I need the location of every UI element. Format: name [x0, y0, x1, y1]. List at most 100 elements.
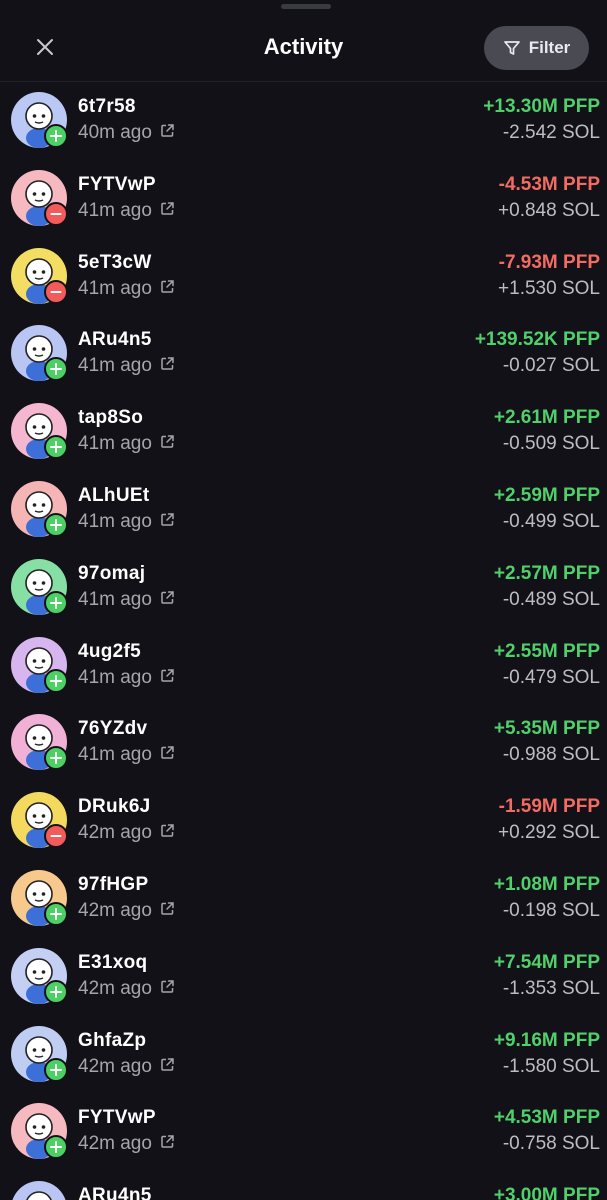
- time-link[interactable]: 41m ago: [78, 667, 175, 689]
- avatar[interactable]: [11, 869, 68, 926]
- timestamp: 42m ago: [78, 1133, 152, 1155]
- plus-badge-icon: [44, 435, 68, 460]
- avatar[interactable]: [11, 792, 68, 849]
- token-amount: -4.53M PFP: [498, 173, 600, 195]
- timestamp: 40m ago: [78, 122, 152, 143]
- timestamp: 41m ago: [78, 199, 152, 221]
- filter-icon: [503, 41, 520, 55]
- external-link-icon[interactable]: [160, 823, 175, 843]
- activity-row[interactable]: 4ug2f5 41m ago +2.55M PFP -0.479 SOL: [0, 627, 607, 705]
- token-amount: +3.00M PFP: [493, 1185, 600, 1200]
- wallet-name: E31xoq: [78, 951, 148, 973]
- activity-row[interactable]: ARu4n5 +3.00M PFP: [0, 1171, 607, 1200]
- external-link-icon[interactable]: [160, 201, 175, 221]
- external-link-icon[interactable]: [160, 123, 175, 143]
- activity-row[interactable]: 5eT3cW 41m ago -7.93M PFP +1.530 SOL: [0, 238, 607, 316]
- activity-row[interactable]: 76YZdv 41m ago +5.35M PFP -0.988 SOL: [0, 704, 607, 782]
- activity-row[interactable]: ARu4n5 41m ago +139.52K PFP -0.027 SOL: [0, 315, 607, 393]
- timestamp: 41m ago: [78, 355, 152, 377]
- avatar[interactable]: [11, 1103, 68, 1160]
- sol-amount: -1.353 SOL: [502, 977, 600, 999]
- activity-row[interactable]: ALhUEt 41m ago +2.59M PFP -0.499 SOL: [0, 471, 607, 549]
- activity-row[interactable]: FYTVwP 42m ago +4.53M PFP -0.758 SOL: [0, 1093, 607, 1171]
- avatar[interactable]: [11, 558, 68, 615]
- avatar[interactable]: [11, 1025, 68, 1082]
- external-link-icon[interactable]: [160, 512, 175, 532]
- time-link[interactable]: 41m ago: [78, 589, 175, 611]
- activity-row[interactable]: DRuk6J 42m ago -1.59M PFP +0.292 SOL: [0, 782, 607, 860]
- token-amount: +2.61M PFP: [493, 407, 600, 429]
- token-amount: +9.16M PFP: [493, 1029, 600, 1051]
- activity-row[interactable]: 97fHGP 42m ago +1.08M PFP -0.198 SOL: [0, 860, 607, 938]
- time-link[interactable]: 40m ago: [78, 122, 175, 144]
- sol-amount: +0.292 SOL: [498, 822, 600, 844]
- external-link-icon[interactable]: [160, 979, 175, 999]
- external-link-icon[interactable]: [160, 901, 175, 921]
- avatar[interactable]: [11, 947, 68, 1004]
- avatar[interactable]: [11, 325, 68, 382]
- activity-list: 6t7r58 40m ago +13.30M PFP -2.542 SOL FYTVwP…: [0, 82, 607, 1200]
- filter-button[interactable]: Filter: [484, 26, 589, 70]
- sol-amount: -0.499 SOL: [502, 510, 600, 532]
- time-link[interactable]: 41m ago: [78, 355, 175, 377]
- timestamp: 42m ago: [78, 1055, 152, 1077]
- token-amount: +2.55M PFP: [493, 640, 600, 662]
- avatar[interactable]: [11, 169, 68, 226]
- sol-amount: -2.542 SOL: [502, 122, 600, 143]
- external-link-icon[interactable]: [160, 745, 175, 765]
- timestamp: 41m ago: [78, 510, 152, 532]
- timestamp: 42m ago: [78, 822, 152, 844]
- time-link[interactable]: 41m ago: [78, 433, 175, 455]
- activity-row[interactable]: GhfaZp 42m ago +9.16M PFP -1.580 SOL: [0, 1016, 607, 1094]
- avatar[interactable]: [11, 1181, 67, 1200]
- token-amount: +7.54M PFP: [493, 951, 600, 973]
- plus-badge-icon: [44, 979, 68, 1004]
- external-link-icon[interactable]: [160, 1057, 175, 1077]
- token-amount: +13.30M PFP: [483, 96, 600, 117]
- avatar[interactable]: [11, 92, 68, 148]
- token-amount: +2.59M PFP: [493, 484, 600, 506]
- external-link-icon[interactable]: [160, 668, 175, 688]
- external-link-icon[interactable]: [160, 356, 175, 376]
- external-link-icon[interactable]: [160, 434, 175, 454]
- time-link[interactable]: 42m ago: [78, 822, 175, 844]
- avatar[interactable]: [11, 247, 68, 304]
- sol-amount: +0.848 SOL: [498, 199, 600, 221]
- sol-amount: -0.198 SOL: [502, 899, 600, 921]
- external-link-icon[interactable]: [160, 279, 175, 299]
- activity-row[interactable]: E31xoq 42m ago +7.54M PFP -1.353 SOL: [0, 938, 607, 1016]
- time-link[interactable]: 41m ago: [78, 278, 175, 300]
- activity-row[interactable]: tap8So 41m ago +2.61M PFP -0.509 SOL: [0, 393, 607, 471]
- external-link-icon[interactable]: [160, 590, 175, 610]
- timestamp: 41m ago: [78, 666, 152, 688]
- external-link-icon[interactable]: [160, 1134, 175, 1154]
- avatar[interactable]: [11, 403, 68, 460]
- time-link[interactable]: 41m ago: [78, 744, 175, 766]
- sol-amount: +1.530 SOL: [498, 277, 600, 299]
- minus-badge-icon: [44, 279, 68, 304]
- time-link[interactable]: 41m ago: [78, 200, 175, 222]
- avatar[interactable]: [11, 714, 68, 771]
- activity-row[interactable]: FYTVwP 41m ago -4.53M PFP +0.848 SOL: [0, 160, 607, 238]
- time-link[interactable]: 42m ago: [78, 1133, 175, 1155]
- timestamp: 41m ago: [78, 588, 152, 610]
- activity-row[interactable]: 6t7r58 40m ago +13.30M PFP -2.542 SOL: [0, 82, 607, 160]
- sol-amount: -0.027 SOL: [502, 355, 600, 377]
- filter-label: Filter: [528, 38, 571, 57]
- wallet-name: ALhUEt: [78, 484, 150, 506]
- time-link[interactable]: 42m ago: [78, 1056, 175, 1078]
- activity-row[interactable]: 97omaj 41m ago +2.57M PFP -0.489 SOL: [0, 549, 607, 627]
- time-link[interactable]: 42m ago: [78, 900, 175, 922]
- sol-amount: -0.988 SOL: [502, 744, 600, 766]
- header: Activity Filter: [0, 0, 607, 82]
- avatar[interactable]: [11, 480, 68, 537]
- time-link[interactable]: 41m ago: [78, 511, 175, 533]
- wallet-name: 97fHGP: [78, 873, 149, 895]
- plus-badge-icon: [44, 512, 68, 537]
- plus-badge-icon: [44, 1057, 68, 1082]
- avatar[interactable]: [11, 636, 68, 693]
- timestamp: 41m ago: [78, 433, 152, 455]
- wallet-name: tap8So: [78, 407, 144, 429]
- wallet-name: ARu4n5: [78, 329, 152, 351]
- time-link[interactable]: 42m ago: [78, 978, 175, 1000]
